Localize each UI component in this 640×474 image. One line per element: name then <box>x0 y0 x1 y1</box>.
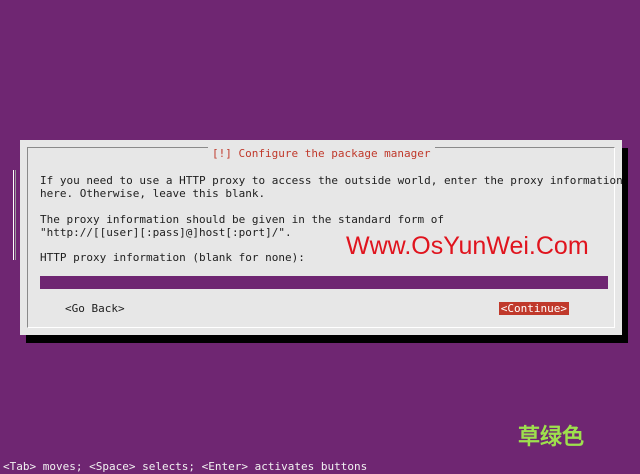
keyboard-help-status-bar: <Tab> moves; <Space> selects; <Enter> ac… <box>3 460 368 473</box>
proxy-help-text-line-2: here. Otherwise, leave this blank. <box>40 187 266 200</box>
continue-button[interactable]: <Continue> <box>498 302 569 315</box>
proxy-help-text-line-1: If you need to use a HTTP proxy to acces… <box>40 174 623 187</box>
corner-logo-text: 草绿色 <box>518 425 585 450</box>
site-watermark: Www.OsYunWei.Com <box>346 232 589 260</box>
dialog-title: [!] Configure the package manager <box>208 147 435 161</box>
http-proxy-input[interactable] <box>40 276 608 289</box>
proxy-format-text-line-2: "http://[[user][:pass]@]host[:port]/". <box>40 226 292 239</box>
go-back-button[interactable]: <Go Back> <box>63 302 127 315</box>
proxy-format-text-line-1: The proxy information should be given in… <box>40 213 444 226</box>
dialog-side-marker <box>13 170 16 260</box>
proxy-input-label: HTTP proxy information (blank for none): <box>40 251 305 264</box>
